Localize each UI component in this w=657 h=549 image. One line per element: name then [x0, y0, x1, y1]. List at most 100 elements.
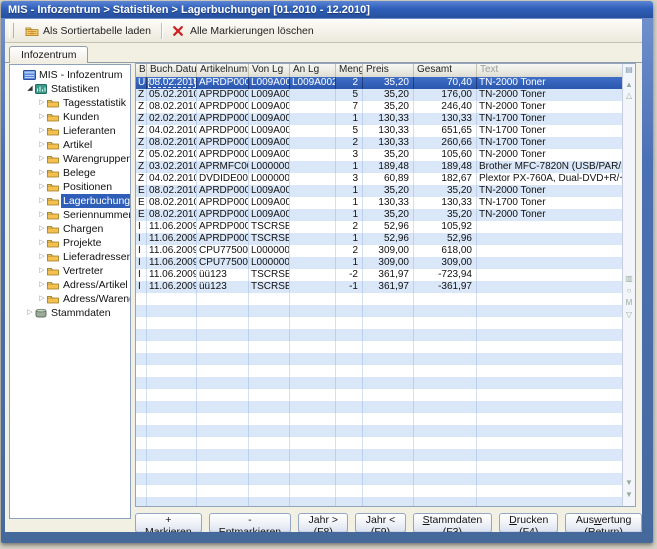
- tree-item-mis-infozentrum[interactable]: MIS - Infozentrum: [10, 68, 130, 82]
- table-row[interactable]: I11.06.2009 /Doüü123TSCRSE03-1361,97-361…: [136, 281, 623, 293]
- expand-icon[interactable]: ▷: [37, 278, 47, 292]
- expand-icon[interactable]: ▷: [37, 166, 47, 180]
- expand-icon[interactable]: ▷: [37, 208, 47, 222]
- expand-icon[interactable]: ▷: [37, 180, 47, 194]
- table-row[interactable]: U08.02.2010APRDP00001L009A001L009A002235…: [136, 77, 623, 89]
- columns-icon[interactable]: ▥: [623, 274, 635, 284]
- sum-icon[interactable]: M: [623, 298, 635, 308]
- column-header-von-lg[interactable]: Von Lg: [249, 64, 290, 77]
- column-header-artikelnummer[interactable]: Artikelnummer: [197, 64, 249, 77]
- auswertung-button[interactable]: Auswertung (Return): [565, 513, 642, 532]
- tree-item-artikel[interactable]: ▷Artikel: [10, 138, 130, 152]
- table-cell: 260,66: [414, 137, 477, 149]
- collapse-icon[interactable]: ◢: [25, 82, 35, 96]
- table-cell: [136, 485, 147, 497]
- column-header-buch-datum[interactable]: Buch.Datum: [147, 64, 197, 77]
- expand-icon[interactable]: ▷: [37, 222, 47, 236]
- expand-icon[interactable]: ▷: [37, 138, 47, 152]
- expand-icon[interactable]: ▷: [37, 250, 47, 264]
- table-cell: [290, 341, 336, 353]
- app-window: MIS - Infozentrum > Statistiken > Lagerb…: [1, 1, 653, 543]
- year-forward-button[interactable]: Jahr > (F8): [298, 513, 348, 532]
- tree-item-chargen[interactable]: ▷Chargen: [10, 222, 130, 236]
- tree-item-lieferadressen[interactable]: ▷Lieferadressen: [10, 250, 130, 264]
- tree-item-adress-warengruppen[interactable]: ▷Adress/Warengruppen: [10, 292, 130, 306]
- table-row[interactable]: Z05.02.2010 /FrAPRDP00003L009A002335,201…: [136, 149, 623, 161]
- table-cell: [290, 221, 336, 233]
- tree-item-tagesstatistik[interactable]: ▷Tagesstatistik: [10, 96, 130, 110]
- header-options-icon[interactable]: ▤: [623, 65, 635, 75]
- table-row[interactable]: E08.02.2010 /MoAPRDP00001L009A002135,203…: [136, 185, 623, 197]
- table-row[interactable]: Z03.02.2010 /MiAPRMFC00001L00000011189,4…: [136, 161, 623, 173]
- table-row[interactable]: Z04.02.2010 /DoDVDIDE00016L0000001360,89…: [136, 173, 623, 185]
- expand-icon[interactable]: ▷: [37, 152, 47, 166]
- table-row[interactable]: E08.02.2010 /MoAPRDP00003L009A002135,203…: [136, 209, 623, 221]
- expand-icon[interactable]: ▷: [37, 194, 47, 208]
- expand-icon[interactable]: ▷: [25, 306, 35, 320]
- table-row[interactable]: Z08.02.2010 /MoAPRDP00001L009A002735,202…: [136, 101, 623, 113]
- table-cell: [477, 305, 623, 317]
- table-cell: [363, 293, 414, 305]
- tab-infozentrum[interactable]: Infozentrum: [9, 46, 88, 63]
- table-row[interactable]: Z08.02.2010 /MoAPRDP00002L009A0012130,33…: [136, 137, 623, 149]
- unmark-button[interactable]: - Entmarkieren: [209, 513, 291, 532]
- table-row[interactable]: Z02.02.2010 /DiAPRDP00002L009A0011130,33…: [136, 113, 623, 125]
- table-row[interactable]: E08.02.2010 /MoAPRDP00002L009A0011130,33…: [136, 197, 623, 209]
- table-row[interactable]: I11.06.2009 /DoCPU77500007L00000011309,0…: [136, 257, 623, 269]
- tree-item-adress-artikel[interactable]: ▷Adress/Artikel: [10, 278, 130, 292]
- table-cell: [197, 473, 249, 485]
- tree-item-statistiken[interactable]: ◢Statistiken: [10, 82, 130, 96]
- tree-item-kunden[interactable]: ▷Kunden: [10, 110, 130, 124]
- table-row[interactable]: Z04.02.2010 /DoAPRDP00002L009A0015130,33…: [136, 125, 623, 137]
- drucken-button[interactable]: Drucken (F4): [499, 513, 558, 532]
- expand-icon[interactable]: ▷: [37, 236, 47, 250]
- column-header-gesamt[interactable]: Gesamt: [414, 64, 477, 77]
- scroll-down-icon[interactable]: ▼: [623, 478, 635, 488]
- load-sort-table-button[interactable]: Als Sortiertabelle laden: [19, 23, 157, 39]
- main-area: MIS - Infozentrum◢Statistiken▷Tagesstati…: [5, 63, 642, 532]
- expand-icon[interactable]: ▷: [37, 264, 47, 278]
- table-row[interactable]: I11.06.2009 /DoCPU77500007L00000012309,0…: [136, 245, 623, 257]
- tree-item-lagerbuchungen[interactable]: ▷Lagerbuchungen: [10, 194, 130, 208]
- title-bar[interactable]: MIS - Infozentrum > Statistiken > Lagerb…: [1, 1, 653, 18]
- stammdaten-button[interactable]: Stammdaten (F3): [413, 513, 493, 532]
- tree-item-positionen[interactable]: ▷Positionen: [10, 180, 130, 194]
- table-cell: APRDP00003: [197, 209, 249, 221]
- expand-icon[interactable]: ▷: [37, 110, 47, 124]
- tree-item-label: Stammdaten: [49, 306, 113, 320]
- table-row[interactable]: I11.06.2009 /DoAPRDP00004TSCRSE02252,961…: [136, 221, 623, 233]
- table-cell: 309,00: [363, 257, 414, 269]
- tree-item-projekte[interactable]: ▷Projekte: [10, 236, 130, 250]
- table-cell: [477, 425, 623, 437]
- scroll-bottom-icon[interactable]: ▼: [623, 490, 635, 500]
- tree-item-belege[interactable]: ▷Belege: [10, 166, 130, 180]
- table-cell: 1: [336, 113, 363, 125]
- column-header-menge[interactable]: Menge: [336, 64, 363, 77]
- mark-button[interactable]: + Markieren: [135, 513, 202, 532]
- search-icon[interactable]: ○: [623, 286, 635, 296]
- expand-icon[interactable]: ▷: [37, 124, 47, 138]
- tree-item-stammdaten[interactable]: ▷ Stammdaten: [10, 306, 130, 320]
- table-row[interactable]: I11.06.2009 /Doüü123TSCRSE03-2361,97-723…: [136, 269, 623, 281]
- expand-icon[interactable]: ▷: [37, 96, 47, 110]
- toolbar-grip[interactable]: [9, 23, 14, 38]
- expand-icon[interactable]: ▷: [37, 292, 47, 306]
- tree-item-seriennummern[interactable]: ▷Seriennummern: [10, 208, 130, 222]
- scroll-up-icon[interactable]: △: [623, 91, 635, 101]
- column-header-an-lg[interactable]: An Lg: [290, 64, 336, 77]
- scroll-top-icon[interactable]: ▲: [623, 80, 635, 90]
- tree-item-lieferanten[interactable]: ▷Lieferanten: [10, 124, 130, 138]
- tree-item-vertreter[interactable]: ▷Vertreter: [10, 264, 130, 278]
- column-header-preis[interactable]: Preis: [363, 64, 414, 77]
- table-cell: L0000001: [249, 173, 290, 185]
- year-back-button[interactable]: Jahr < (F9): [355, 513, 405, 532]
- grid-scrollbar-gutter[interactable]: ▤ ▲△ ▥ ○ M ▽ ▼ ▼: [622, 64, 635, 506]
- clear-all-marks-button[interactable]: Alle Markierungen löschen: [166, 23, 320, 39]
- filter-icon[interactable]: ▽: [623, 310, 635, 320]
- table-cell: [290, 413, 336, 425]
- tree-item-warengruppen[interactable]: ▷Warengruppen: [10, 152, 130, 166]
- column-header-text[interactable]: Text: [477, 64, 623, 77]
- column-header-b[interactable]: B: [136, 64, 147, 77]
- table-row[interactable]: I11.06.2009 /DoAPRDP00004TSCRSE02152,965…: [136, 233, 623, 245]
- table-row[interactable]: Z05.02.2010 /FrAPRDP00001L009A002535,201…: [136, 89, 623, 101]
